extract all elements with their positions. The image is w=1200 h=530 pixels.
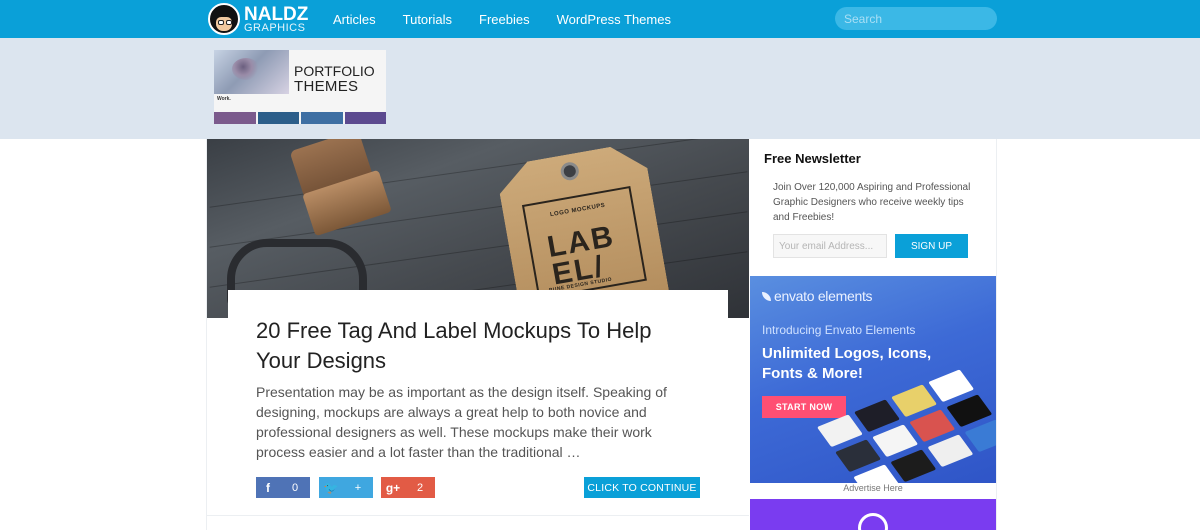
brand-name: NALDZ <box>244 3 309 25</box>
envato-logo: envato elements <box>762 288 873 304</box>
googleplus-share-button[interactable]: g+ 2 <box>381 477 435 498</box>
post-title[interactable]: 20 Free Tag And Label Mockups To Help Yo… <box>256 316 700 376</box>
tag-small-text: LOGO MOCKUPS <box>549 202 606 219</box>
promo-thumbnail-strip <box>214 112 386 124</box>
purple-ad-block[interactable] <box>750 499 996 530</box>
portfolio-themes-promo[interactable]: PORTFOLIO THEMES Work. <box>214 50 386 124</box>
article-card: LOGO MOCKUPS LAB EL/ PUNE DESIGN STUDIO … <box>206 139 750 530</box>
newsletter-description: Join Over 120,000 Aspiring and Professio… <box>773 182 971 223</box>
site-logo[interactable]: NALDZ GRAPHICS <box>208 3 308 35</box>
top-navigation-bar: NALDZ GRAPHICS Articles Tutorials Freebi… <box>0 0 1200 38</box>
promo-image <box>214 50 289 94</box>
avatar-logo-icon <box>208 3 240 35</box>
promo-title: PORTFOLIO THEMES <box>294 64 375 94</box>
promo-line-1: PORTFOLIO <box>294 63 375 79</box>
nav-item-articles[interactable]: Articles <box>333 12 376 27</box>
post-actions: f 0 🐦 + g+ 2 CLICK TO CONTINUE <box>256 477 700 498</box>
main-nav: Articles Tutorials Freebies WordPress Th… <box>333 0 698 38</box>
header-banner: PORTFOLIO THEMES Work. <box>0 38 1200 139</box>
nav-item-wordpress-themes[interactable]: WordPress Themes <box>557 12 671 27</box>
advertise-here-link[interactable]: Advertise Here <box>750 483 996 497</box>
googleplus-share-count: 2 <box>416 481 424 494</box>
promo-line-2: THEMES <box>294 77 359 95</box>
article-divider <box>207 515 750 516</box>
nav-item-freebies[interactable]: Freebies <box>479 12 530 27</box>
newsletter-email-field[interactable] <box>773 234 887 258</box>
tag-eyelet-icon <box>559 161 580 182</box>
envato-elements-ad[interactable]: envato elements Introducing Envato Eleme… <box>750 276 996 483</box>
search-input[interactable] <box>835 7 997 30</box>
googleplus-icon: g+ <box>385 480 401 495</box>
post-excerpt: Presentation may be as important as the … <box>256 384 667 460</box>
ad-brand-name: envato elements <box>774 288 873 304</box>
post-body: 20 Free Tag And Label Mockups To Help Yo… <box>228 290 728 530</box>
twitter-share-button[interactable]: 🐦 + <box>319 477 373 498</box>
newsletter-signup-button[interactable]: SIGN UP <box>895 234 968 258</box>
twitter-share-count: + <box>354 481 362 494</box>
newsletter-title: Free Newsletter <box>764 151 861 166</box>
click-to-continue-button[interactable]: CLICK TO CONTINUE <box>584 477 700 498</box>
facebook-share-button[interactable]: f 0 <box>256 477 310 498</box>
envato-leaf-icon <box>762 292 771 301</box>
nav-item-tutorials[interactable]: Tutorials <box>403 12 452 27</box>
ad-logo-icon <box>858 513 888 530</box>
facebook-icon: f <box>266 480 270 495</box>
facebook-share-count: 0 <box>291 481 299 494</box>
twitter-icon: 🐦 <box>323 480 339 495</box>
ad-intro-text: Introducing Envato Elements <box>762 323 916 337</box>
brand-tagline: GRAPHICS <box>244 21 306 34</box>
logo-wordmark: NALDZ GRAPHICS <box>244 5 308 34</box>
sidebar: Free Newsletter Join Over 120,000 Aspiri… <box>749 139 997 530</box>
promo-work-label: Work. <box>217 96 231 102</box>
